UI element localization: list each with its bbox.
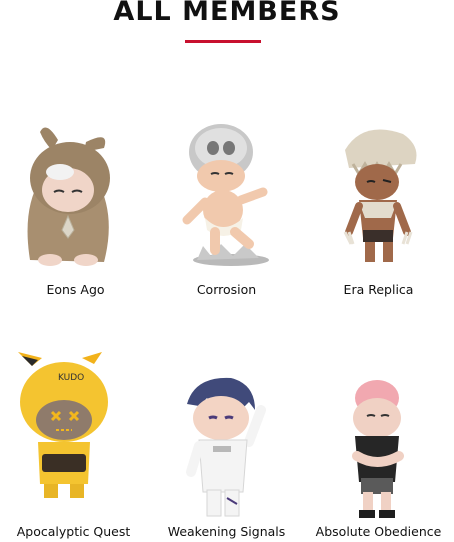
dino-skull-warrior-figure-icon: [343, 129, 417, 262]
helmet-text: KUDO: [58, 373, 84, 383]
silver-skull-baby-figure-icon: [182, 124, 269, 266]
members-page: ALL MEMBERS Eons Ago Corrosion Era Repli…: [0, 0, 454, 540]
member-card-weakening-signals[interactable]: Weakening Signals: [151, 372, 302, 542]
title-underline: [185, 40, 261, 43]
member-card-absolute-obedience[interactable]: Absolute Obedience: [303, 372, 454, 542]
page-title: ALL MEMBERS: [113, 0, 341, 27]
pink-hair-figure-icon: [352, 380, 404, 518]
member-card-corrosion[interactable]: Corrosion: [151, 118, 302, 308]
member-name: Absolute Obedience: [315, 524, 442, 539]
astronaut-figure-icon: [186, 377, 266, 517]
member-name: Eons Ago: [46, 282, 105, 297]
hooded-rabbit-figure-icon: [27, 127, 110, 266]
member-name: Apocalyptic Quest: [16, 524, 131, 539]
member-name: Era Replica: [343, 282, 414, 297]
yellow-helmet-figure-icon: KUDO: [18, 352, 108, 498]
member-card-eons-ago[interactable]: Eons Ago: [0, 120, 151, 310]
member-card-era-replica[interactable]: Era Replica: [303, 120, 454, 310]
member-name: Corrosion: [196, 282, 257, 297]
member-name: Weakening Signals: [167, 524, 286, 539]
member-card-apocalyptic-quest[interactable]: KUDO Apocalyptic Quest: [0, 350, 149, 540]
